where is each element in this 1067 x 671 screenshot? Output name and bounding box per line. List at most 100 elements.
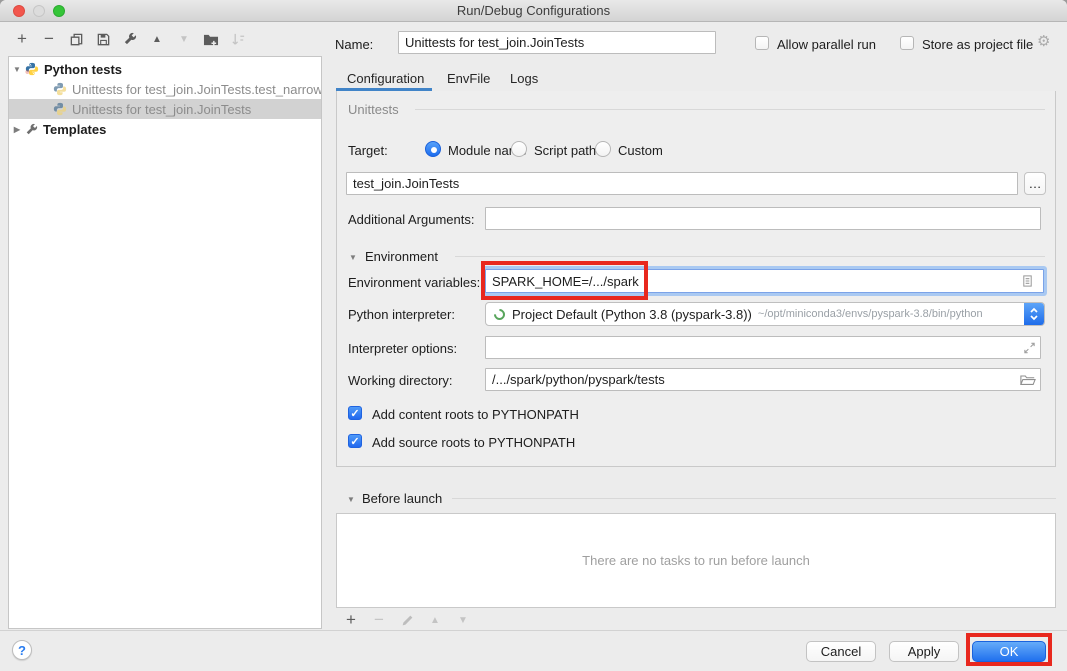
- target-script-path-radio[interactable]: [511, 141, 527, 157]
- chevron-right-icon[interactable]: ▶: [9, 125, 25, 134]
- move-down-button[interactable]: ▼: [176, 30, 192, 48]
- wrench-icon: [123, 32, 137, 46]
- plus-icon: +: [17, 31, 27, 47]
- environment-section-label: Environment: [365, 249, 438, 264]
- section-rule: [455, 256, 1045, 257]
- plus-icon: +: [346, 612, 356, 628]
- name-input[interactable]: [398, 31, 716, 54]
- wrench-icon: [25, 123, 38, 136]
- tab-logs[interactable]: Logs: [510, 71, 538, 86]
- before-launch-toolbar: + − ▲ ▼: [343, 611, 471, 629]
- python-interpreter-label: Python interpreter:: [348, 307, 455, 322]
- tree-item-label: Unittests for test_join.JoinTests.test_n…: [72, 82, 321, 97]
- tree-item-unittests-jointests[interactable]: Unittests for test_join.JoinTests: [9, 99, 321, 119]
- target-input[interactable]: [346, 172, 1018, 195]
- add-content-roots-checkbox[interactable]: ✓: [348, 406, 362, 420]
- name-label: Name:: [335, 37, 373, 52]
- conda-env-icon: [492, 306, 508, 322]
- before-launch-twisty[interactable]: ▼: [347, 495, 355, 504]
- tree-item-label: Unittests for test_join.JoinTests: [72, 102, 251, 117]
- additional-arguments-label: Additional Arguments:: [348, 212, 474, 227]
- ok-button[interactable]: OK: [972, 641, 1046, 662]
- help-button[interactable]: ?: [12, 640, 32, 660]
- move-task-up-button[interactable]: ▲: [427, 611, 443, 629]
- environment-section-twisty[interactable]: ▼: [349, 253, 357, 262]
- question-mark-icon: ?: [18, 643, 26, 658]
- add-content-roots-label[interactable]: Add content roots to PYTHONPATH: [372, 407, 579, 422]
- dropdown-stepper-icon[interactable]: [1024, 302, 1044, 326]
- sort-az-icon: [231, 32, 246, 47]
- store-as-project-file-label: Store as project file: [922, 37, 1033, 52]
- add-task-button[interactable]: +: [343, 611, 359, 629]
- move-task-down-button[interactable]: ▼: [455, 611, 471, 629]
- target-custom-radio[interactable]: [595, 141, 611, 157]
- add-source-roots-label[interactable]: Add source roots to PYTHONPATH: [372, 435, 575, 450]
- tab-envfile[interactable]: EnvFile: [447, 71, 490, 86]
- save-icon: [96, 32, 111, 47]
- add-source-roots-checkbox[interactable]: ✓: [348, 434, 362, 448]
- configurations-toolbar: + − ▲ ▼: [14, 30, 246, 48]
- section-rule: [452, 498, 1056, 499]
- interpreter-options-input[interactable]: [485, 336, 1041, 359]
- remove-task-button[interactable]: −: [371, 611, 387, 629]
- working-directory-label: Working directory:: [348, 373, 453, 388]
- edit-task-button[interactable]: [399, 611, 415, 629]
- before-launch-task-list[interactable]: There are no tasks to run before launch: [336, 513, 1056, 608]
- title-bar[interactable]: Run/Debug Configurations: [0, 0, 1067, 22]
- section-rule: [415, 109, 1045, 110]
- python-tests-icon: [25, 62, 39, 76]
- tree-item-label: Python tests: [44, 62, 122, 77]
- python-run-config-icon: [53, 82, 67, 96]
- allow-parallel-run-checkbox[interactable]: [755, 36, 769, 50]
- edit-templates-button[interactable]: [122, 30, 138, 48]
- unittests-section-label: Unittests: [348, 102, 399, 117]
- pencil-icon: [401, 614, 414, 627]
- python-interpreter-select[interactable]: Project Default (Python 3.8 (pyspark-3.8…: [485, 302, 1045, 326]
- browse-target-button[interactable]: …: [1024, 172, 1046, 195]
- tree-item-templates[interactable]: ▶ Templates: [9, 119, 321, 139]
- check-icon: ✓: [350, 407, 359, 420]
- target-custom-label[interactable]: Custom: [618, 143, 663, 158]
- environment-variables-input[interactable]: [485, 269, 1044, 293]
- cancel-button-label: Cancel: [821, 644, 861, 659]
- tree-item-unittests-test-narrow[interactable]: Unittests for test_join.JoinTests.test_n…: [9, 79, 321, 99]
- target-label: Target:: [348, 143, 388, 158]
- ellipsis-icon: …: [1029, 176, 1042, 191]
- edit-variables-icon[interactable]: [1021, 275, 1034, 288]
- move-up-button[interactable]: ▲: [149, 30, 165, 48]
- expand-field-icon[interactable]: [1023, 342, 1036, 355]
- sort-configurations-button[interactable]: [230, 30, 246, 48]
- create-folder-button[interactable]: [203, 30, 219, 48]
- check-icon: ✓: [350, 435, 359, 448]
- target-module-name-radio[interactable]: [425, 141, 441, 157]
- chevron-down-icon[interactable]: ▼: [9, 65, 25, 74]
- save-configuration-button[interactable]: [95, 30, 111, 48]
- cancel-button[interactable]: Cancel: [806, 641, 876, 662]
- additional-arguments-input[interactable]: [485, 207, 1041, 230]
- window-title: Run/Debug Configurations: [0, 3, 1067, 18]
- interpreter-options-label: Interpreter options:: [348, 341, 457, 356]
- folder-icon[interactable]: [1020, 374, 1036, 387]
- configuration-panel: Unittests Target: Module name Script pat…: [336, 91, 1056, 467]
- tree-item-python-tests[interactable]: ▼ Python tests: [9, 59, 321, 79]
- working-directory-input[interactable]: [485, 368, 1041, 391]
- minus-icon: −: [44, 31, 54, 47]
- arrow-up-icon: ▲: [430, 615, 440, 626]
- tab-configuration[interactable]: Configuration: [347, 71, 424, 86]
- arrow-down-icon: ▼: [179, 34, 189, 45]
- folder-plus-icon: [203, 32, 219, 47]
- remove-configuration-button[interactable]: −: [41, 30, 57, 48]
- before-launch-empty-text: There are no tasks to run before launch: [582, 553, 810, 568]
- python-run-config-icon: [53, 102, 67, 116]
- add-configuration-button[interactable]: +: [14, 30, 30, 48]
- footer-divider: [0, 630, 1067, 631]
- target-script-path-label[interactable]: Script path: [534, 143, 596, 158]
- configurations-tree: ▼ Python tests Unittests for test_join.J…: [8, 56, 322, 629]
- ok-button-label: OK: [1000, 644, 1019, 659]
- store-as-project-file-checkbox[interactable]: [900, 36, 914, 50]
- copy-configuration-button[interactable]: [68, 30, 84, 48]
- python-interpreter-value: Project Default (Python 3.8 (pyspark-3.8…: [512, 307, 752, 322]
- apply-button[interactable]: Apply: [889, 641, 959, 662]
- tree-item-label: Templates: [43, 122, 106, 137]
- store-options-gear-icon[interactable]: ⚙: [1037, 34, 1050, 49]
